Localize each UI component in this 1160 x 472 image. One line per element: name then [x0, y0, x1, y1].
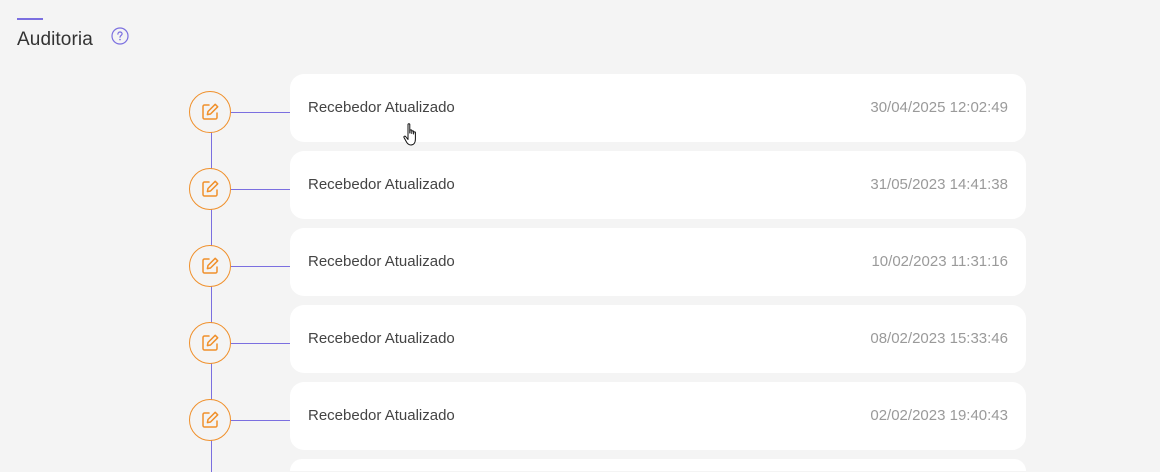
edit-pencil-icon: [202, 334, 219, 351]
timeline-node: [189, 168, 231, 210]
timeline-node: [189, 322, 231, 364]
timeline-connector: [231, 189, 290, 190]
entry-datetime: 31/05/2023 14:41:38: [870, 176, 1008, 193]
audit-entry-card[interactable]: Recebedor Atualizado 08/02/2023 15:33:46: [290, 305, 1026, 373]
audit-entry-card[interactable]: [290, 459, 1026, 471]
entry-label: Recebedor Atualizado: [308, 99, 455, 116]
timeline-entry: Recebedor Atualizado 30/04/2025 12:02:49: [0, 74, 1160, 142]
entry-label: Recebedor Atualizado: [308, 407, 455, 424]
edit-pencil-icon: [202, 411, 219, 428]
entry-label: Recebedor Atualizado: [308, 253, 455, 270]
timeline-entry: Recebedor Atualizado 10/02/2023 11:31:16: [0, 228, 1160, 296]
entry-datetime: 10/02/2023 11:31:16: [871, 253, 1008, 270]
entry-label: Recebedor Atualizado: [308, 330, 455, 347]
timeline-connector: [231, 420, 290, 421]
timeline-node: [189, 399, 231, 441]
timeline-node: [189, 245, 231, 287]
entry-datetime: 30/04/2025 12:02:49: [870, 99, 1008, 116]
timeline-entry-partial: [0, 459, 1160, 471]
timeline-entry: Recebedor Atualizado 08/02/2023 15:33:46: [0, 305, 1160, 373]
timeline-connector: [231, 343, 290, 344]
edit-pencil-icon: [202, 180, 219, 197]
audit-entry-card[interactable]: Recebedor Atualizado 10/02/2023 11:31:16: [290, 228, 1026, 296]
edit-pencil-icon: [202, 257, 219, 274]
audit-entry-card[interactable]: Recebedor Atualizado 02/02/2023 19:40:43: [290, 382, 1026, 450]
audit-timeline: Recebedor Atualizado 30/04/2025 12:02:49…: [0, 0, 1160, 472]
entry-datetime: 02/02/2023 19:40:43: [870, 407, 1008, 424]
timeline-entry: Recebedor Atualizado 31/05/2023 14:41:38: [0, 151, 1160, 219]
timeline-connector: [231, 112, 290, 113]
timeline-entry: Recebedor Atualizado 02/02/2023 19:40:43: [0, 382, 1160, 450]
timeline-connector: [231, 266, 290, 267]
entry-datetime: 08/02/2023 15:33:46: [870, 330, 1008, 347]
audit-entry-card[interactable]: Recebedor Atualizado 30/04/2025 12:02:49: [290, 74, 1026, 142]
entry-label: Recebedor Atualizado: [308, 176, 455, 193]
edit-pencil-icon: [202, 103, 219, 120]
audit-entry-card[interactable]: Recebedor Atualizado 31/05/2023 14:41:38: [290, 151, 1026, 219]
timeline-node: [189, 91, 231, 133]
